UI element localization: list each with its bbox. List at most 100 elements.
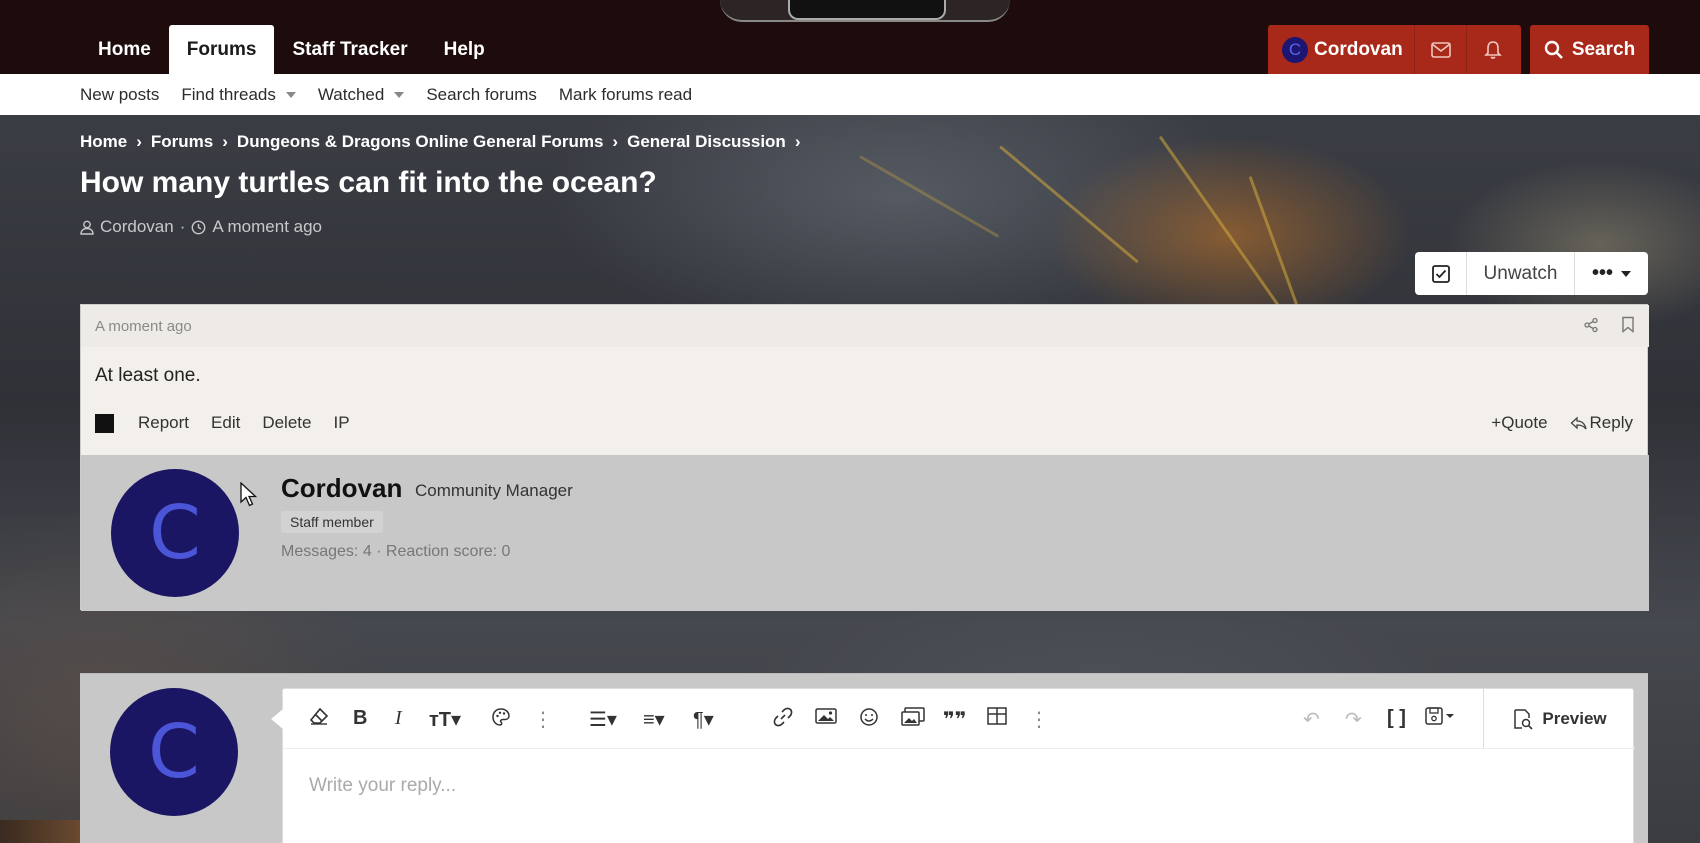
thread-time[interactable]: A moment ago [212,217,322,237]
user-menu: C Cordovan [1268,25,1521,74]
bold-icon[interactable]: B [353,707,367,730]
eraser-icon[interactable] [309,707,329,731]
author-avatar[interactable]: C [111,469,239,597]
preview-button[interactable]: Preview [1483,689,1635,749]
report-link[interactable]: Report [138,413,189,433]
editor-toolbar: B I тT▾ ⋮ ☰▾ ≡▾ ¶▾ ❞❞ ⋮ ↶ ↷ [] Preview [283,689,1635,749]
breadcrumb-general-discussion[interactable]: General Discussion [627,132,786,152]
subnav-mark-read[interactable]: Mark forums read [559,85,692,105]
ellipsis-icon: ••• [1591,262,1613,284]
link-icon[interactable] [773,707,793,733]
subnav-new-posts[interactable]: New posts [80,85,159,105]
post-author-block: C Cordovan Community Manager Staff membe… [81,455,1649,611]
bbcode-toggle-icon[interactable]: [ ] [1387,707,1406,730]
unwatch-button[interactable]: Unwatch [1467,252,1575,295]
image-icon[interactable] [815,707,837,731]
reply-label: Reply [1589,413,1633,432]
quote-button[interactable]: +Quote [1491,413,1547,433]
search-button[interactable]: Search [1530,25,1649,74]
post-actions: Report Edit Delete IP [95,413,372,433]
mouse-cursor-icon [240,482,258,507]
caret-down-icon [1621,270,1631,277]
italic-icon[interactable]: I [395,707,402,730]
tab-help[interactable]: Help [426,25,503,74]
text-size-icon[interactable]: тT▾ [429,707,461,732]
clock-icon [191,220,206,234]
sub-navigation: New posts Find threads Watched Search fo… [0,74,1700,115]
thread-author[interactable]: Cordovan [100,217,174,237]
post-time[interactable]: A moment ago [95,318,192,335]
tab-staff-tracker[interactable]: Staff Tracker [274,25,425,74]
subnav-find-threads[interactable]: Find threads [181,85,296,105]
thread-title: How many turtles can fit into the ocean? [80,166,657,199]
paragraph-icon[interactable]: ¶▾ [693,707,714,732]
subnav-label: Mark forums read [558,84,693,104]
preview-label: Preview [1542,709,1607,728]
chevron-right-icon: › [222,132,228,151]
staff-badge: Staff member [281,511,383,533]
inbox-button[interactable] [1414,25,1466,74]
reply-avatar[interactable]: C [110,688,238,816]
post-reply-actions: +Quote Reply [1491,413,1633,433]
list-icon[interactable]: ☰▾ [589,707,617,732]
caret-down-icon[interactable] [285,91,296,98]
user-name[interactable]: Cordovan [1314,39,1414,61]
tab-home[interactable]: Home [80,25,169,74]
top-navigation: Home Forums Staff Tracker Help C Cordova… [0,0,1700,74]
bookmark-icon[interactable] [1621,316,1635,338]
edit-link[interactable]: Edit [211,413,240,433]
user-icon [80,220,94,235]
media-icon[interactable] [901,707,925,733]
main-tabs: Home Forums Staff Tracker Help [80,25,503,74]
smiley-icon[interactable] [859,707,879,733]
share-icon[interactable] [1583,317,1599,338]
plus-icon: + [1491,413,1502,432]
redo-icon[interactable]: ↷ [1345,707,1362,732]
delete-link[interactable]: Delete [262,413,311,433]
breadcrumb-home[interactable]: Home [80,132,127,152]
subnav-watched[interactable]: Watched [318,85,405,105]
post: A moment ago At least one. Report Edit D… [80,304,1649,611]
breadcrumb: Home › Forums › Dungeons & Dragons Onlin… [80,132,810,152]
caret-down-icon[interactable] [394,91,405,98]
tab-forums[interactable]: Forums [168,25,275,74]
bell-icon [1483,40,1502,59]
user-avatar[interactable]: C [1282,36,1308,63]
reply-editor: B I тT▾ ⋮ ☰▾ ≡▾ ¶▾ ❞❞ ⋮ ↶ ↷ [] Preview … [271,688,1635,843]
draft-save-icon[interactable] [1425,707,1455,731]
alerts-button[interactable] [1466,25,1518,74]
quick-reply: C B I тT▾ ⋮ ☰▾ ≡▾ ¶▾ ❞❞ ⋮ ↶ ↷ [] Previe… [80,673,1648,843]
align-icon[interactable]: ≡▾ [643,707,665,732]
subnav-label: Find threads [181,84,276,104]
more-vertical-icon[interactable]: ⋮ [1029,707,1049,732]
site-logo[interactable] [720,0,1010,22]
undo-icon[interactable]: ↶ [1303,707,1320,732]
breadcrumb-forums[interactable]: Forums [151,132,213,152]
search-label: Search [1571,38,1636,60]
checkbox-checked-icon [1431,264,1450,283]
reply-textarea[interactable]: Write your reply... [309,775,456,797]
post-header: A moment ago [81,305,1649,347]
document-search-icon [1514,709,1533,730]
meta-separator: · [179,217,186,236]
more-options-button[interactable]: ••• [1575,262,1648,285]
more-vertical-icon[interactable]: ⋮ [533,707,553,732]
reply-button[interactable]: Reply [1570,413,1633,433]
table-icon[interactable] [987,707,1007,731]
ip-link[interactable]: IP [333,413,349,433]
chevron-right-icon: › [794,132,801,151]
author-stats: Messages: 4 · Reaction score: 0 [281,543,511,560]
envelope-icon [1430,41,1451,58]
reply-arrow-icon [1570,416,1587,429]
select-checkbox[interactable] [1415,252,1467,295]
breadcrumb-ddo-general[interactable]: Dungeons & Dragons Online General Forums [237,132,604,152]
quote-label: Quote [1501,413,1548,432]
palette-icon[interactable] [491,707,511,733]
quote-icon[interactable]: ❞❞ [943,707,966,732]
chevron-right-icon: › [136,132,142,151]
subnav-search-forums[interactable]: Search forums [426,85,537,105]
author-name[interactable]: Cordovan [281,473,402,504]
select-post-checkbox[interactable] [95,413,114,433]
thread-actions: Unwatch ••• [1415,252,1648,295]
thread-meta: Cordovan · A moment ago [80,217,322,237]
